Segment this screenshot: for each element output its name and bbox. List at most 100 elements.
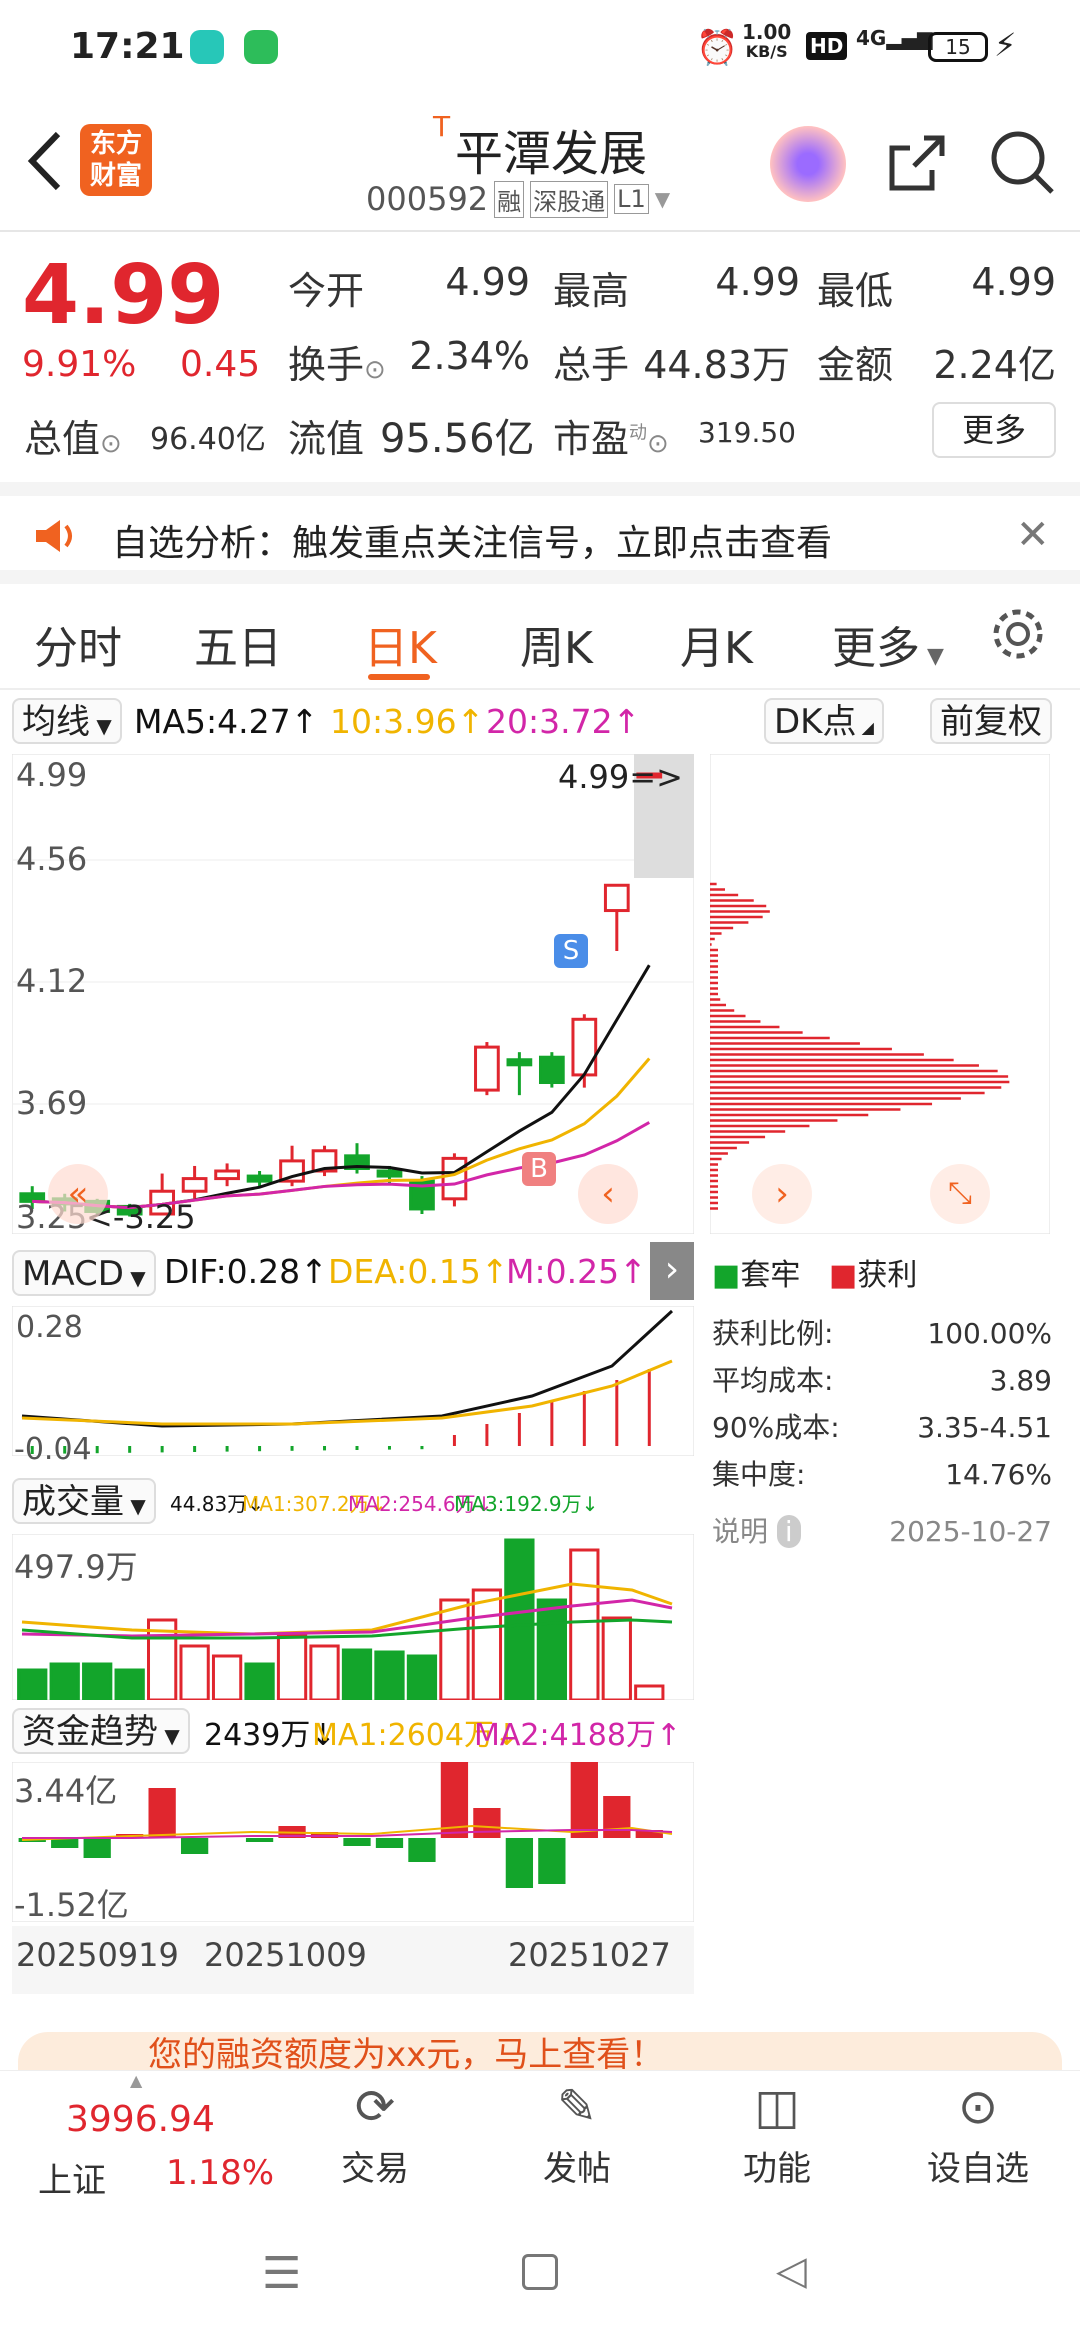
ma5-line [32, 964, 651, 1210]
share-icon[interactable] [884, 130, 950, 200]
nav-trade[interactable]: ⟳ 交易 [305, 2079, 445, 2190]
more-button[interactable]: 更多 [932, 402, 1056, 458]
yuan-refresh-icon: ⟳ [354, 2079, 396, 2135]
info-icon[interactable]: ⊙ [647, 429, 669, 459]
expand-icon[interactable]: ⤡ [930, 1164, 990, 1224]
macd-y-bottom: -0.04 [14, 1432, 92, 1467]
candle-body [538, 1055, 565, 1085]
change-amount: 0.45 [180, 344, 261, 385]
bottom-nav: ▲ 3996.94 上证 1.18% ⟳ 交易 ✎ 发帖 ◫ 功能 ⊙ 设自选 [0, 2070, 1080, 2210]
buy-signal[interactable]: B [522, 1152, 556, 1186]
stock-code-row[interactable]: 000592 融 深股通 L1 ▼ [366, 180, 670, 218]
nav-trade-label: 交易 [341, 2149, 409, 2189]
promo-banner[interactable]: 您的融资额度为xx元，马上查看！ [18, 2032, 1062, 2070]
float-label: 流值 [288, 417, 365, 461]
tag-margin: 融 [494, 180, 525, 218]
volume-bar [17, 1668, 48, 1700]
candle-body [181, 1177, 208, 1193]
ma20-line [32, 1121, 651, 1210]
alert-banner[interactable]: 自选分析：触发重点关注信号，立即点击查看 ✕ [0, 482, 1080, 584]
volume-bar [406, 1654, 438, 1700]
date-label-mid: 20251009 [204, 1936, 367, 1974]
volume-bar [341, 1648, 373, 1700]
note-link[interactable]: 说明 i [712, 1508, 801, 1555]
t-mark: T [433, 110, 451, 143]
power-app-icon [244, 30, 278, 64]
y-label-4: 3.69 [16, 1084, 88, 1122]
tab-5day[interactable]: 五日 [194, 612, 282, 676]
tab-daily-k[interactable]: 日K [364, 612, 437, 676]
robot-assistant-icon[interactable] [770, 126, 846, 202]
candle-body [474, 1045, 500, 1092]
turnover-value: 2.34% [409, 334, 530, 378]
index-value[interactable]: 3996.94 [66, 2099, 215, 2140]
promo-text: 您的融资额度为xx元，马上查看！ [148, 2035, 665, 2070]
caret-up-icon: ▲ [130, 2071, 143, 2090]
nav-add-watchlist[interactable]: ⊙ 设自选 [908, 2079, 1048, 2190]
candle-body [571, 1017, 598, 1077]
volume-bar [244, 1662, 275, 1700]
more-dots-icon: ⊙ [957, 2079, 999, 2135]
fund-y-bottom: -1.52亿 [14, 1886, 129, 1924]
ma20-label: 20:3.72↑ [486, 702, 641, 741]
stock-header: 东方 财富 T 平潭发展 000592 融 深股通 L1 ▼ [0, 96, 1080, 232]
chip-stats: 获利比例: 100.00% 平均成本: 3.89 90%成本: 3.35-4.51 集… [712, 1310, 1052, 1555]
volume-bar [114, 1668, 145, 1700]
dif-line [21, 1309, 674, 1428]
candle-body [246, 1174, 273, 1183]
gear-icon[interactable] [990, 606, 1046, 666]
scroll-left-far-icon[interactable]: « [48, 1164, 108, 1224]
speaker-icon [32, 516, 80, 560]
y-label-3: 4.12 [16, 962, 88, 1000]
quote-panel: 4.99 9.91% 0.45 今开 4.99 最高 4.99 最低 4.99 … [0, 232, 1080, 480]
ma-selector[interactable]: 均线 ▼ [12, 698, 122, 744]
open-value: 4.99 [445, 260, 530, 304]
candle-body [603, 883, 630, 913]
info-icon[interactable]: ⊙ [364, 355, 386, 385]
signal-icon: 4G▂▄▆ [856, 26, 933, 50]
search-icon[interactable] [988, 128, 1058, 202]
mktcap-value: 96.40亿 [150, 422, 266, 457]
fund-bar [570, 1762, 598, 1838]
scroll-left-icon[interactable]: ‹ [578, 1164, 638, 1224]
tab-intraday[interactable]: 分时 [34, 612, 122, 676]
clock: 17:21 [70, 26, 185, 67]
stock-name[interactable]: 平潭发展 [455, 114, 647, 184]
candle-body [214, 1169, 240, 1181]
info-icon[interactable]: ⊙ [100, 429, 122, 459]
dk-point-button[interactable]: DK点 ◢ [764, 698, 884, 744]
high-label: 最高 [553, 269, 630, 313]
close-icon[interactable]: ✕ [1016, 512, 1050, 558]
back-nav-icon[interactable]: ◁ [776, 2248, 807, 2294]
tab-weekly-k[interactable]: 周K [520, 612, 593, 676]
volume-selector[interactable]: 成交量 ▼ [12, 1478, 156, 1524]
tab-monthly-k[interactable]: 月K [680, 612, 753, 676]
macd-selector[interactable]: MACD ▼ [12, 1250, 156, 1296]
nav-post-label: 发帖 [543, 2149, 611, 2189]
volume-value: 44.83万 [643, 343, 790, 387]
system-nav-bar: ☰ ◁ [0, 2210, 1080, 2340]
nav-functions[interactable]: ◫ 功能 [707, 2079, 847, 2190]
fund-selector[interactable]: 资金趋势 ▼ [12, 1708, 190, 1754]
menu-icon[interactable]: ☰ [262, 2248, 301, 2299]
volume-label: 总手 [553, 343, 630, 387]
adjust-button[interactable]: 前复权 [930, 698, 1052, 744]
candle-body [441, 1156, 468, 1201]
last-price: 4.99 [22, 248, 225, 343]
dea-line [21, 1359, 673, 1426]
candlestick-chart[interactable] [12, 754, 694, 1234]
nav-post[interactable]: ✎ 发帖 [507, 2079, 647, 2190]
chip-next-icon[interactable]: › [752, 1164, 812, 1224]
dea-label: DEA:0.15↑ [328, 1252, 509, 1291]
edit-icon: ✎ [556, 2079, 598, 2135]
back-icon[interactable] [20, 126, 70, 196]
fund-bar [603, 1796, 631, 1838]
tab-more[interactable]: 更多 ▼ [832, 612, 944, 676]
home-icon[interactable] [522, 2254, 558, 2290]
volume-bar [439, 1598, 470, 1700]
expand-indicators-icon[interactable]: › [650, 1242, 694, 1300]
index-name[interactable]: 上证 [38, 2153, 106, 2202]
sell-signal[interactable]: S [554, 934, 588, 968]
index-pct[interactable]: 1.18% [166, 2153, 274, 2193]
low-label: 最低 [817, 269, 894, 313]
